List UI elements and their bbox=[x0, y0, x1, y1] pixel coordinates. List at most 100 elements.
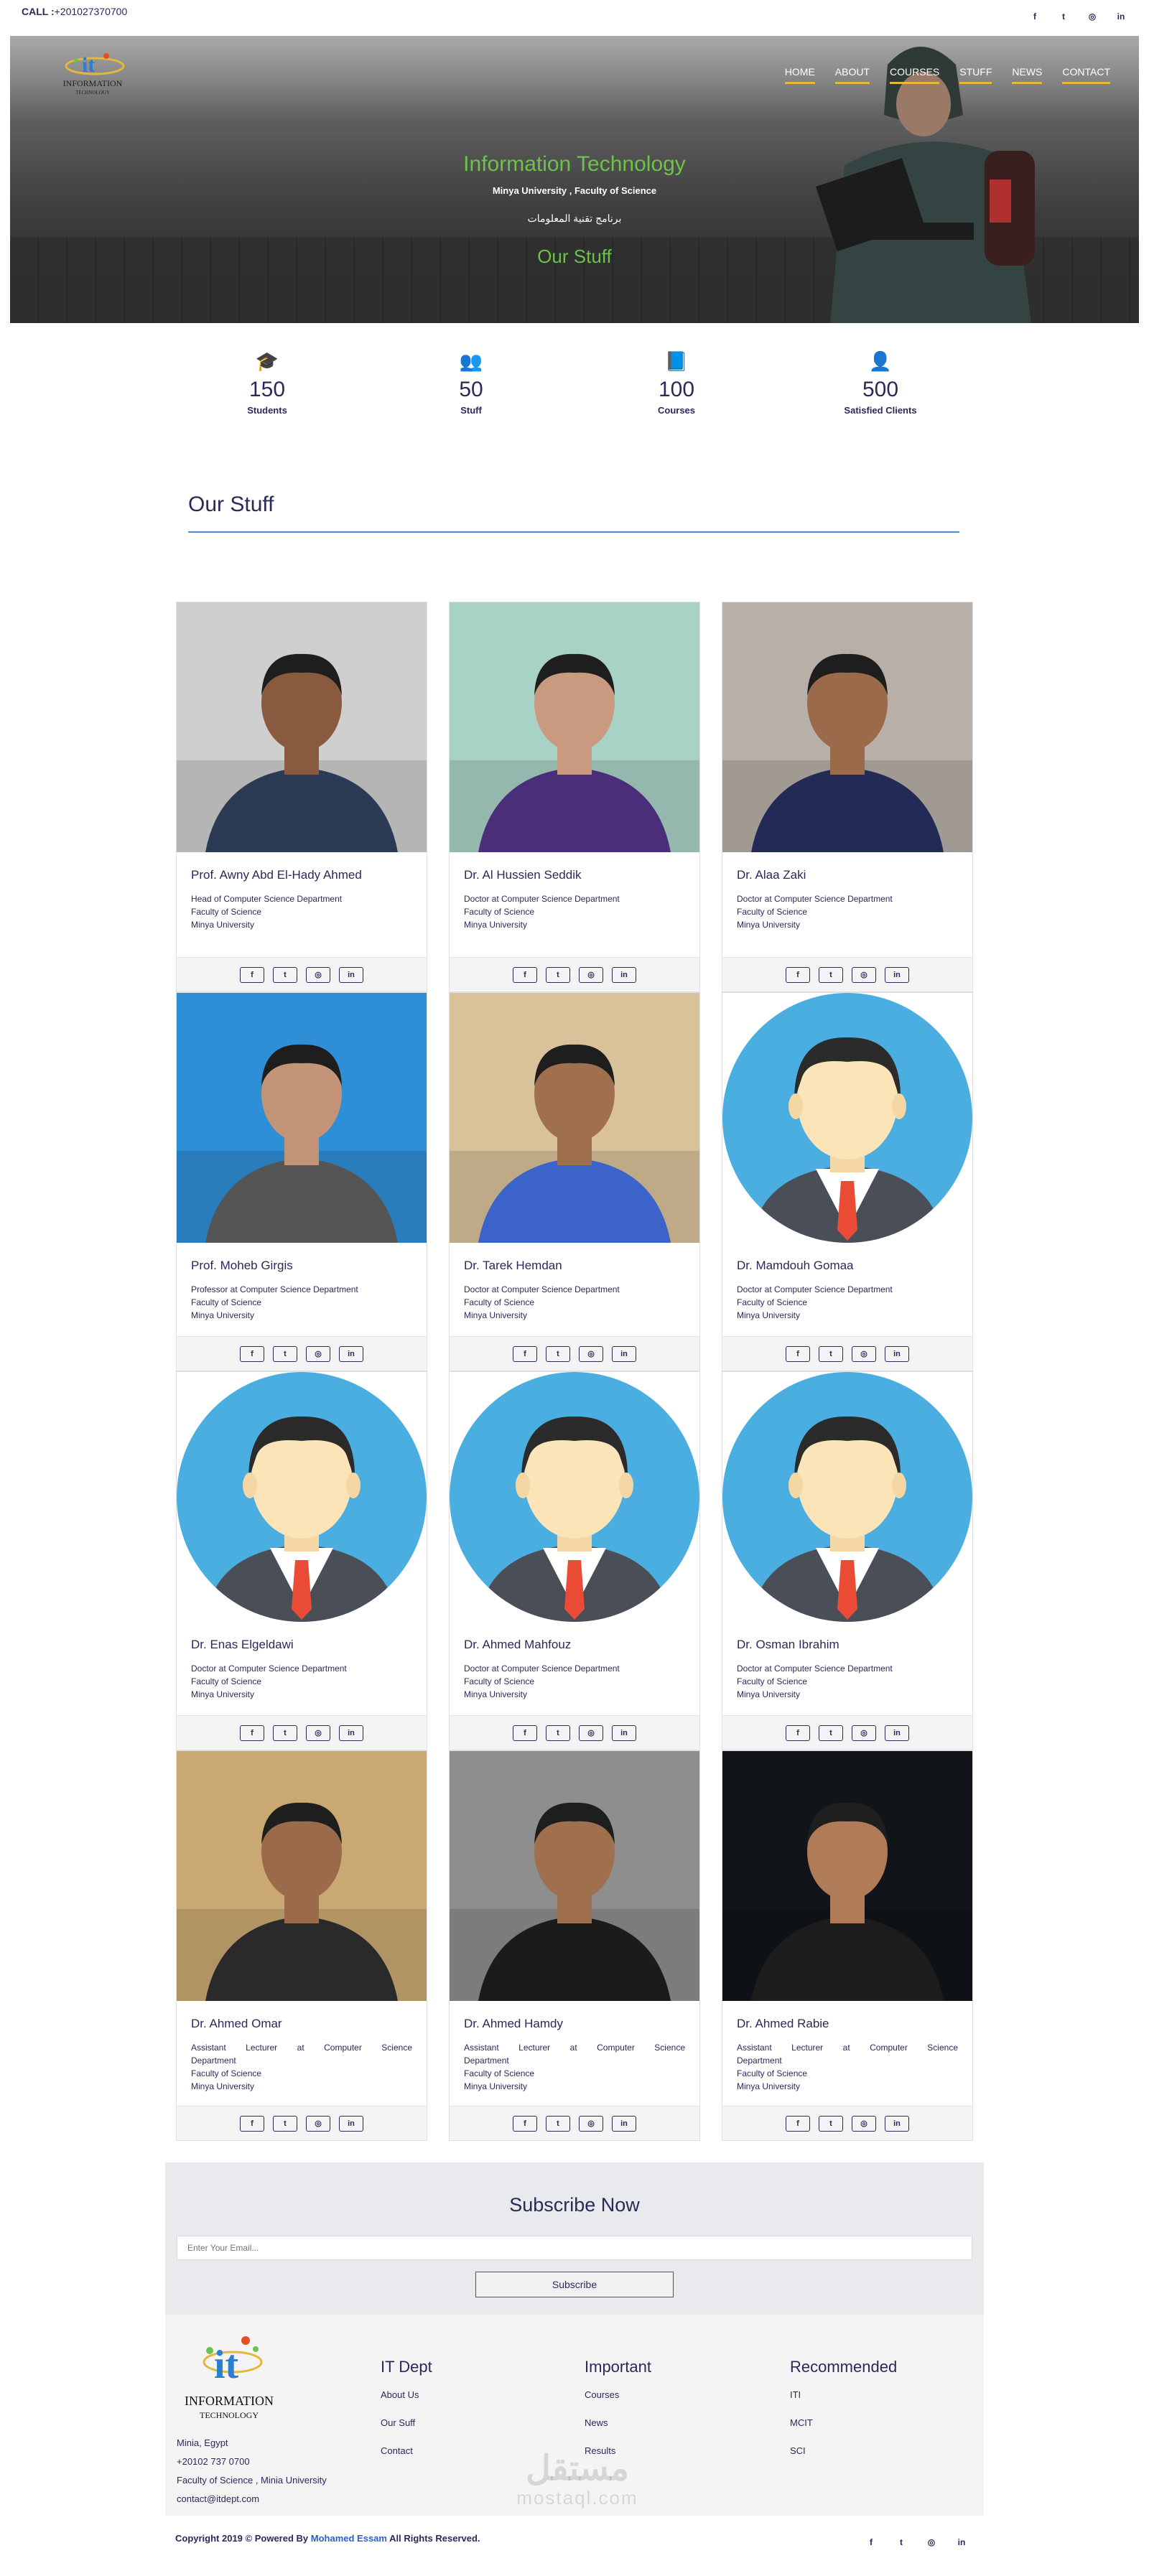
facebook-icon[interactable]: f bbox=[240, 1725, 264, 1741]
svg-text:INFORMATION: INFORMATION bbox=[63, 78, 123, 88]
twitter-icon[interactable]: t bbox=[273, 1345, 297, 1362]
staff-description-line: Faculty of Science bbox=[464, 1297, 535, 1307]
instagram-icon[interactable]: ◎ bbox=[925, 2536, 938, 2549]
linkedin-icon[interactable]: in bbox=[612, 2115, 636, 2132]
facebook-icon[interactable]: f bbox=[513, 1725, 537, 1741]
instagram-icon[interactable]: ◎ bbox=[852, 1725, 876, 1741]
instagram-icon[interactable]: ◎ bbox=[579, 2115, 603, 2132]
linkedin-icon[interactable]: in bbox=[612, 1725, 636, 1741]
staff-description-line: Faculty of Science bbox=[464, 2068, 535, 2078]
twitter-icon[interactable]: t bbox=[273, 966, 297, 983]
linkedin-icon[interactable]: in bbox=[612, 1345, 636, 1362]
staff-description-line: Faculty of Science bbox=[191, 907, 262, 917]
staff-card-body: Dr. Ahmed Omar Assistant Lecturer at Comp… bbox=[177, 2001, 427, 2093]
staff-description-line: Doctor at Computer Science Department bbox=[464, 1284, 620, 1294]
email-input[interactable] bbox=[177, 2236, 972, 2260]
instagram-icon[interactable]: ◎ bbox=[306, 966, 330, 983]
footer-link-courses[interactable]: Courses bbox=[585, 2389, 651, 2400]
staff-name: Dr. Mamdouh Gomaa bbox=[737, 1259, 854, 1272]
instagram-icon[interactable]: ◎ bbox=[306, 2115, 330, 2132]
footer-logo: it INFORMATION TECHNOLOGY bbox=[185, 2336, 274, 2420]
staff-social-links: f t ◎ in bbox=[722, 1715, 972, 1750]
footer-link-contact[interactable]: Contact bbox=[381, 2445, 432, 2456]
subscribe-button[interactable]: Subscribe bbox=[475, 2272, 674, 2297]
instagram-icon[interactable]: ◎ bbox=[579, 966, 603, 983]
twitter-icon[interactable]: t bbox=[273, 2115, 297, 2132]
staff-description-line: Minya University bbox=[191, 2081, 255, 2091]
contact-email[interactable]: contact@itdept.com bbox=[177, 2490, 327, 2509]
facebook-icon[interactable]: f bbox=[240, 966, 264, 983]
twitter-icon[interactable]: t bbox=[1057, 10, 1070, 23]
facebook-icon[interactable]: f bbox=[513, 2115, 537, 2132]
facebook-icon[interactable]: f bbox=[240, 2115, 264, 2132]
linkedin-icon[interactable]: in bbox=[339, 1345, 363, 1362]
twitter-icon[interactable]: t bbox=[273, 1725, 297, 1741]
linkedin-icon[interactable]: in bbox=[339, 2115, 363, 2132]
staff-card-body: Dr. Enas Elgeldawi Doctor at Computer Sci… bbox=[177, 1622, 427, 1701]
section-title: Our Stuff bbox=[188, 493, 274, 516]
phone-number[interactable]: +201027370700 bbox=[55, 6, 128, 17]
linkedin-icon[interactable]: in bbox=[885, 1725, 909, 1741]
facebook-icon[interactable]: f bbox=[786, 966, 810, 983]
linkedin-icon[interactable]: in bbox=[339, 966, 363, 983]
instagram-icon[interactable]: ◎ bbox=[306, 1725, 330, 1741]
linkedin-icon[interactable]: in bbox=[885, 966, 909, 983]
call-info: CALL :+201027370700 bbox=[22, 6, 127, 17]
contact-phone: +20102 737 0700 bbox=[177, 2456, 250, 2467]
stat-value: 500 bbox=[862, 378, 899, 401]
staff-description-line: Minya University bbox=[737, 1689, 801, 1699]
subscribe-section: Subscribe Now Subscribe bbox=[165, 2162, 984, 2315]
facebook-icon[interactable]: f bbox=[786, 1345, 810, 1362]
linkedin-icon[interactable]: in bbox=[885, 2115, 909, 2132]
twitter-icon[interactable]: t bbox=[819, 2115, 843, 2132]
twitter-icon[interactable]: t bbox=[546, 2115, 570, 2132]
twitter-icon[interactable]: t bbox=[546, 966, 570, 983]
instagram-icon[interactable]: ◎ bbox=[306, 1345, 330, 1362]
twitter-icon[interactable]: t bbox=[895, 2536, 908, 2549]
footer-link-our-stuff[interactable]: Our Suff bbox=[381, 2417, 432, 2428]
footer-col-recommended: Recommended ITI MCIT SCI bbox=[790, 2358, 897, 2473]
twitter-icon[interactable]: t bbox=[819, 1345, 843, 1362]
copyright-author-link[interactable]: Mohamed Essam bbox=[311, 2533, 387, 2544]
instagram-icon[interactable]: ◎ bbox=[852, 1345, 876, 1362]
staff-description-line: Minya University bbox=[464, 2081, 528, 2091]
footer-link-mcit[interactable]: MCIT bbox=[790, 2417, 897, 2428]
linkedin-icon[interactable]: in bbox=[885, 1345, 909, 1362]
instagram-icon[interactable]: ◎ bbox=[852, 2115, 876, 2132]
staff-description: Assistant Lecturer at Computer Science De… bbox=[464, 2041, 685, 2093]
stat-clients: 👤 500 Satisfied Clients bbox=[816, 350, 945, 416]
instagram-icon[interactable]: ◎ bbox=[852, 966, 876, 983]
nav-courses[interactable]: COURSES bbox=[890, 66, 940, 84]
linkedin-icon[interactable]: in bbox=[955, 2536, 968, 2549]
site-logo[interactable]: it INFORMATION TECHNOLOGY bbox=[32, 46, 154, 96]
nav-about[interactable]: ABOUT bbox=[834, 66, 870, 84]
staff-description: Doctor at Computer Science Department Fac… bbox=[737, 892, 958, 931]
linkedin-icon[interactable]: in bbox=[1115, 10, 1127, 23]
twitter-icon[interactable]: t bbox=[546, 1725, 570, 1741]
facebook-icon[interactable]: f bbox=[1028, 10, 1041, 23]
twitter-icon[interactable]: t bbox=[819, 966, 843, 983]
nav-news[interactable]: NEWS bbox=[1012, 66, 1043, 84]
nav-home[interactable]: HOME bbox=[784, 66, 815, 84]
facebook-icon[interactable]: f bbox=[513, 966, 537, 983]
twitter-icon[interactable]: t bbox=[546, 1345, 570, 1362]
instagram-icon[interactable]: ◎ bbox=[579, 1345, 603, 1362]
staff-name: Dr. Osman Ibrahim bbox=[737, 1638, 839, 1651]
linkedin-icon[interactable]: in bbox=[612, 966, 636, 983]
facebook-icon[interactable]: f bbox=[513, 1345, 537, 1362]
twitter-icon[interactable]: t bbox=[819, 1725, 843, 1741]
footer-link-news[interactable]: News bbox=[585, 2417, 651, 2428]
instagram-icon[interactable]: ◎ bbox=[579, 1725, 603, 1741]
nav-stuff[interactable]: STUFF bbox=[959, 66, 992, 84]
facebook-icon[interactable]: f bbox=[786, 2115, 810, 2132]
instagram-icon[interactable]: ◎ bbox=[1086, 10, 1099, 23]
nav-contact[interactable]: CONTACT bbox=[1062, 66, 1110, 84]
footer-link-sci[interactable]: SCI bbox=[790, 2445, 897, 2456]
facebook-icon[interactable]: f bbox=[240, 1345, 264, 1362]
staff-photo bbox=[450, 602, 699, 852]
footer-link-iti[interactable]: ITI bbox=[790, 2389, 897, 2400]
footer-link-about[interactable]: About Us bbox=[381, 2389, 432, 2400]
linkedin-icon[interactable]: in bbox=[339, 1725, 363, 1741]
facebook-icon[interactable]: f bbox=[786, 1725, 810, 1741]
facebook-icon[interactable]: f bbox=[865, 2536, 878, 2549]
